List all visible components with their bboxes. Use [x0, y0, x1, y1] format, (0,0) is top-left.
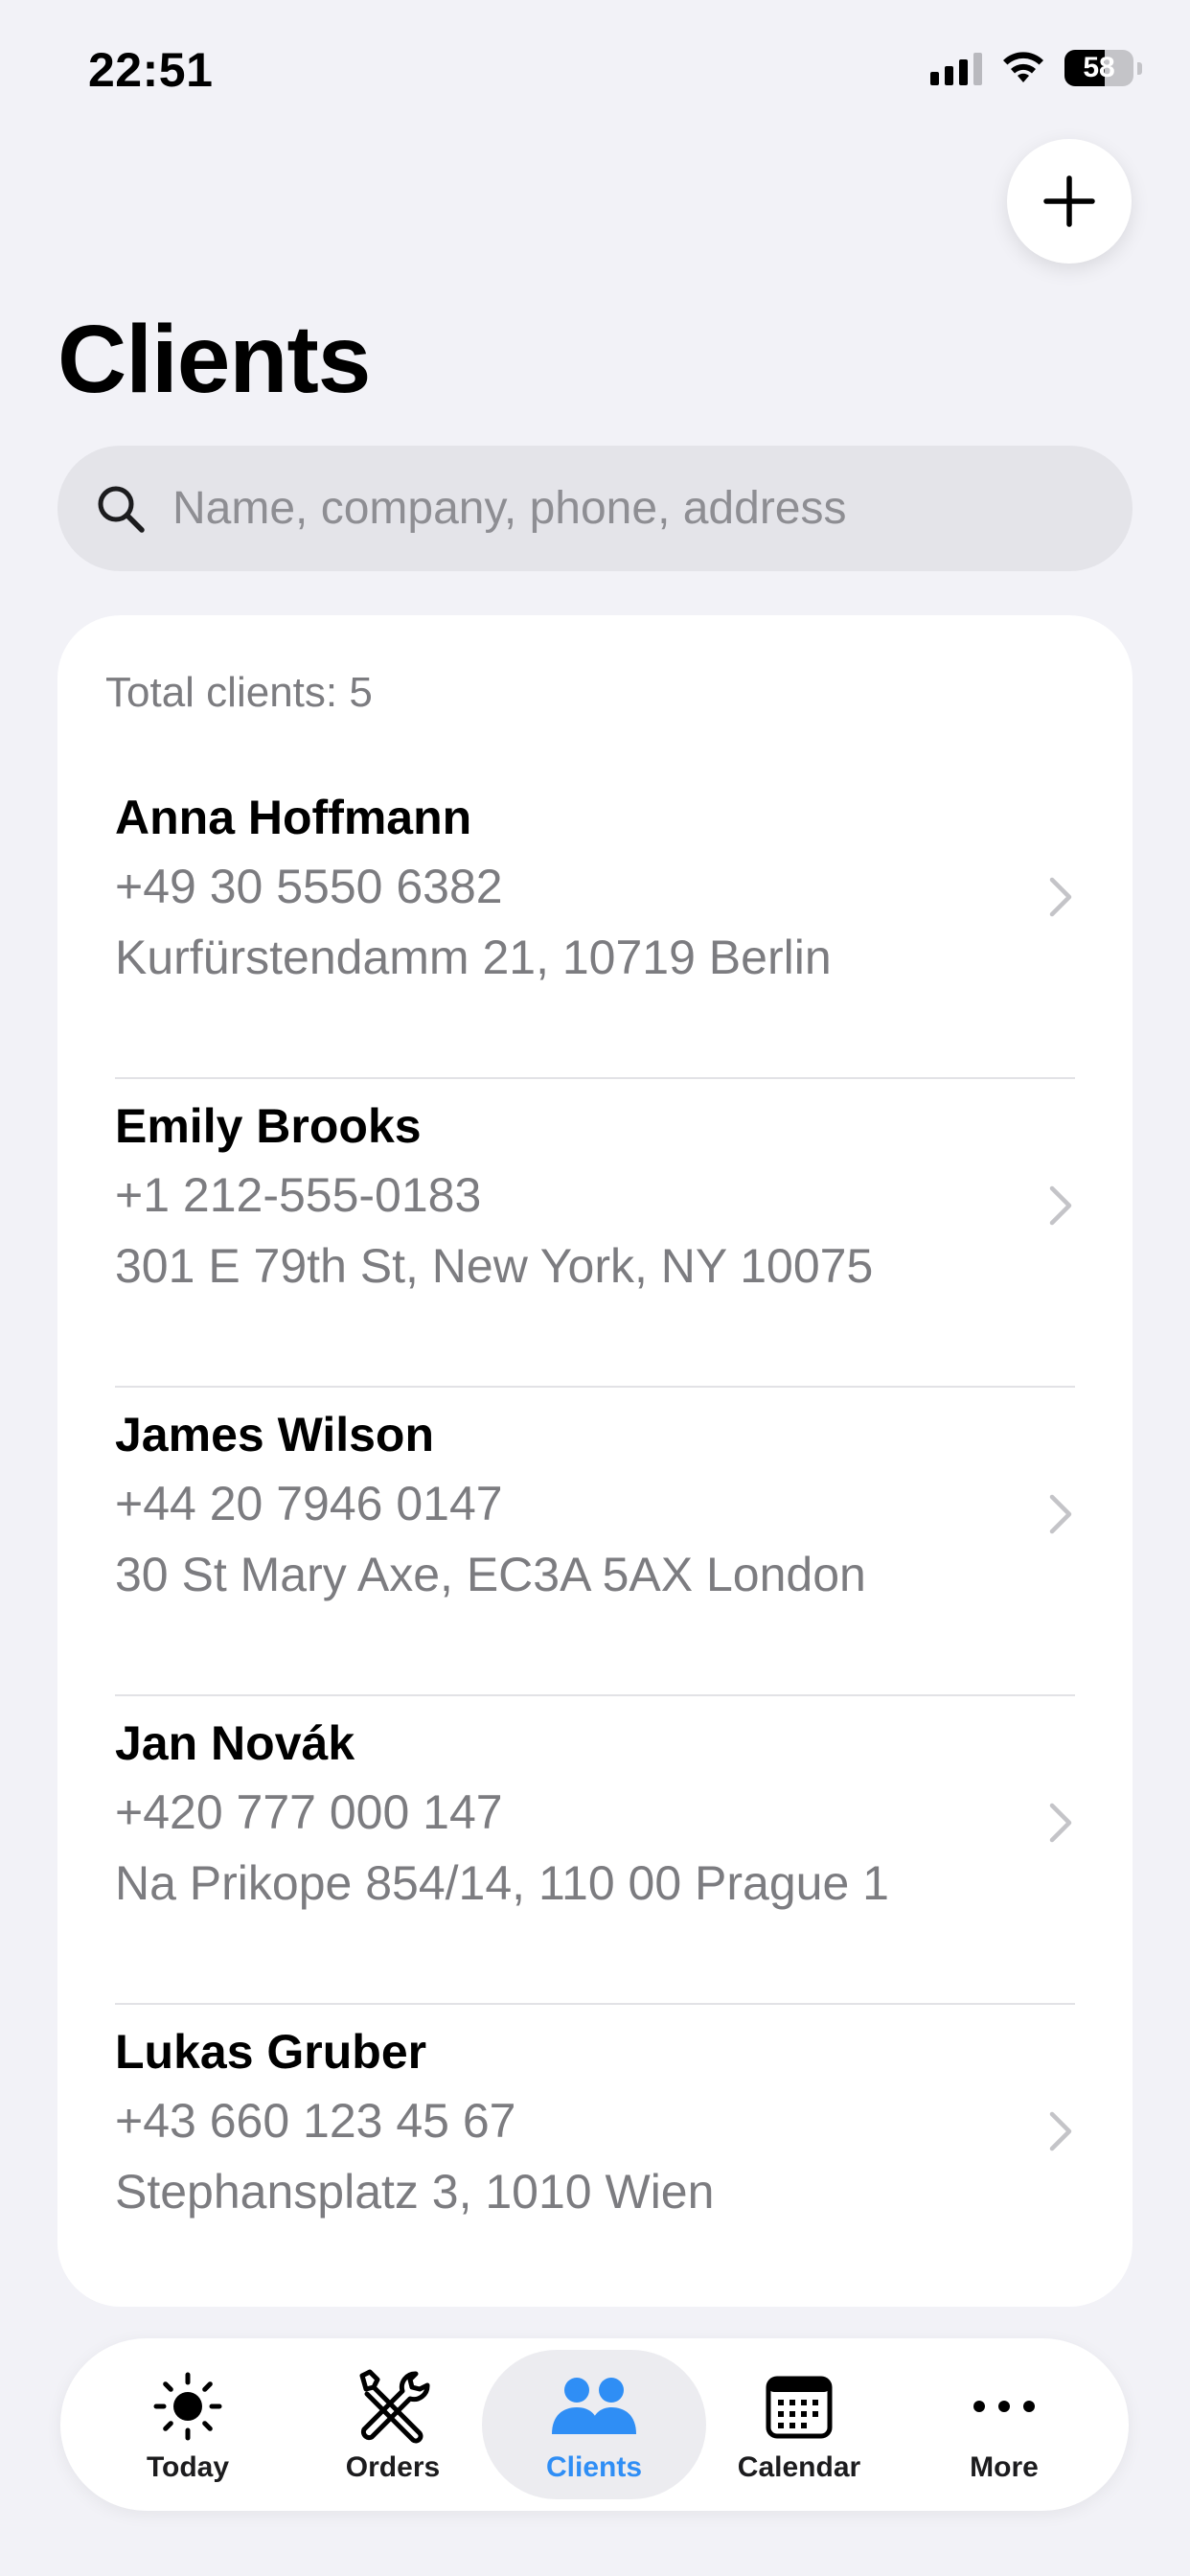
- client-row[interactable]: James Wilson +44 20 7946 0147 30 St Mary…: [115, 1388, 1075, 1696]
- tab-label: Calendar: [737, 2451, 861, 2483]
- battery-icon: 58: [1064, 50, 1133, 86]
- tools-icon: [359, 2369, 430, 2444]
- clients-card: Total clients: 5 Anna Hoffmann +49 30 55…: [57, 615, 1133, 2307]
- client-row[interactable]: Jan Novák +420 777 000 147 Na Prikope 85…: [115, 1696, 1075, 2005]
- battery-level: 58: [1083, 52, 1115, 83]
- client-address: Kurfürstendamm 21, 10719 Berlin: [115, 931, 832, 984]
- client-address: Na Prikope 854/14, 110 00 Prague 1: [115, 1856, 889, 1910]
- client-row[interactable]: Emily Brooks +1 212-555-0183 301 E 79th …: [115, 1079, 1075, 1388]
- chevron-right-icon: [1049, 877, 1072, 917]
- wifi-icon: [1003, 52, 1043, 82]
- status-icons: 58: [930, 50, 1142, 86]
- clients-screen: 22:51 58 Clients Total clients: 5: [0, 0, 1190, 2576]
- total-clients-label: Total clients: 5: [105, 669, 373, 716]
- search-input[interactable]: [172, 482, 1092, 535]
- tab-orders[interactable]: Orders: [281, 2350, 505, 2499]
- client-row[interactable]: Anna Hoffmann +49 30 5550 6382 Kurfürste…: [115, 770, 1075, 1079]
- tab-label: More: [970, 2451, 1039, 2483]
- sun-icon: [153, 2372, 222, 2441]
- search-bar[interactable]: [57, 446, 1133, 571]
- calendar-icon: [766, 2376, 833, 2439]
- client-name: Emily Brooks: [115, 1099, 422, 1153]
- add-client-button[interactable]: [1007, 139, 1132, 264]
- chevron-right-icon: [1049, 1803, 1072, 1843]
- client-name: Jan Novák: [115, 1716, 355, 1770]
- tab-bar: Today Orders Clients Calendar More: [60, 2338, 1129, 2511]
- tab-clients[interactable]: Clients: [482, 2350, 706, 2499]
- client-phone: +1 212-555-0183: [115, 1168, 482, 1222]
- client-phone: +44 20 7946 0147: [115, 1477, 503, 1530]
- search-icon: [98, 486, 145, 533]
- chevron-right-icon: [1049, 2111, 1072, 2151]
- status-time: 22:51: [88, 43, 214, 97]
- client-phone: +420 777 000 147: [115, 1785, 503, 1839]
- tab-today[interactable]: Today: [76, 2350, 300, 2499]
- clients-list: Anna Hoffmann +49 30 5550 6382 Kurfürste…: [57, 770, 1133, 2307]
- tab-more[interactable]: More: [892, 2350, 1116, 2499]
- people-icon: [552, 2378, 636, 2434]
- chevron-right-icon: [1049, 1185, 1072, 1226]
- client-name: Anna Hoffmann: [115, 791, 472, 844]
- client-row[interactable]: Lukas Gruber +43 660 123 45 67 Stephansp…: [115, 2005, 1075, 2307]
- tab-label: Clients: [545, 2451, 643, 2483]
- client-name: Lukas Gruber: [115, 2025, 427, 2079]
- client-address: Stephansplatz 3, 1010 Wien: [115, 2165, 715, 2219]
- page-title: Clients: [57, 306, 371, 413]
- client-address: 30 St Mary Axe, EC3A 5AX London: [115, 1548, 866, 1601]
- plus-icon: [1043, 175, 1095, 227]
- ellipsis-icon: [973, 2401, 1035, 2412]
- cellular-signal-icon: [930, 51, 982, 85]
- client-phone: +43 660 123 45 67: [115, 2094, 516, 2148]
- tab-label: Orders: [345, 2451, 441, 2483]
- client-phone: +49 30 5550 6382: [115, 860, 503, 913]
- battery-cap: [1137, 61, 1142, 75]
- tab-label: Today: [146, 2451, 230, 2483]
- client-name: James Wilson: [115, 1408, 435, 1461]
- chevron-right-icon: [1049, 1494, 1072, 1534]
- tab-calendar[interactable]: Calendar: [687, 2350, 911, 2499]
- client-address: 301 E 79th St, New York, NY 10075: [115, 1239, 874, 1293]
